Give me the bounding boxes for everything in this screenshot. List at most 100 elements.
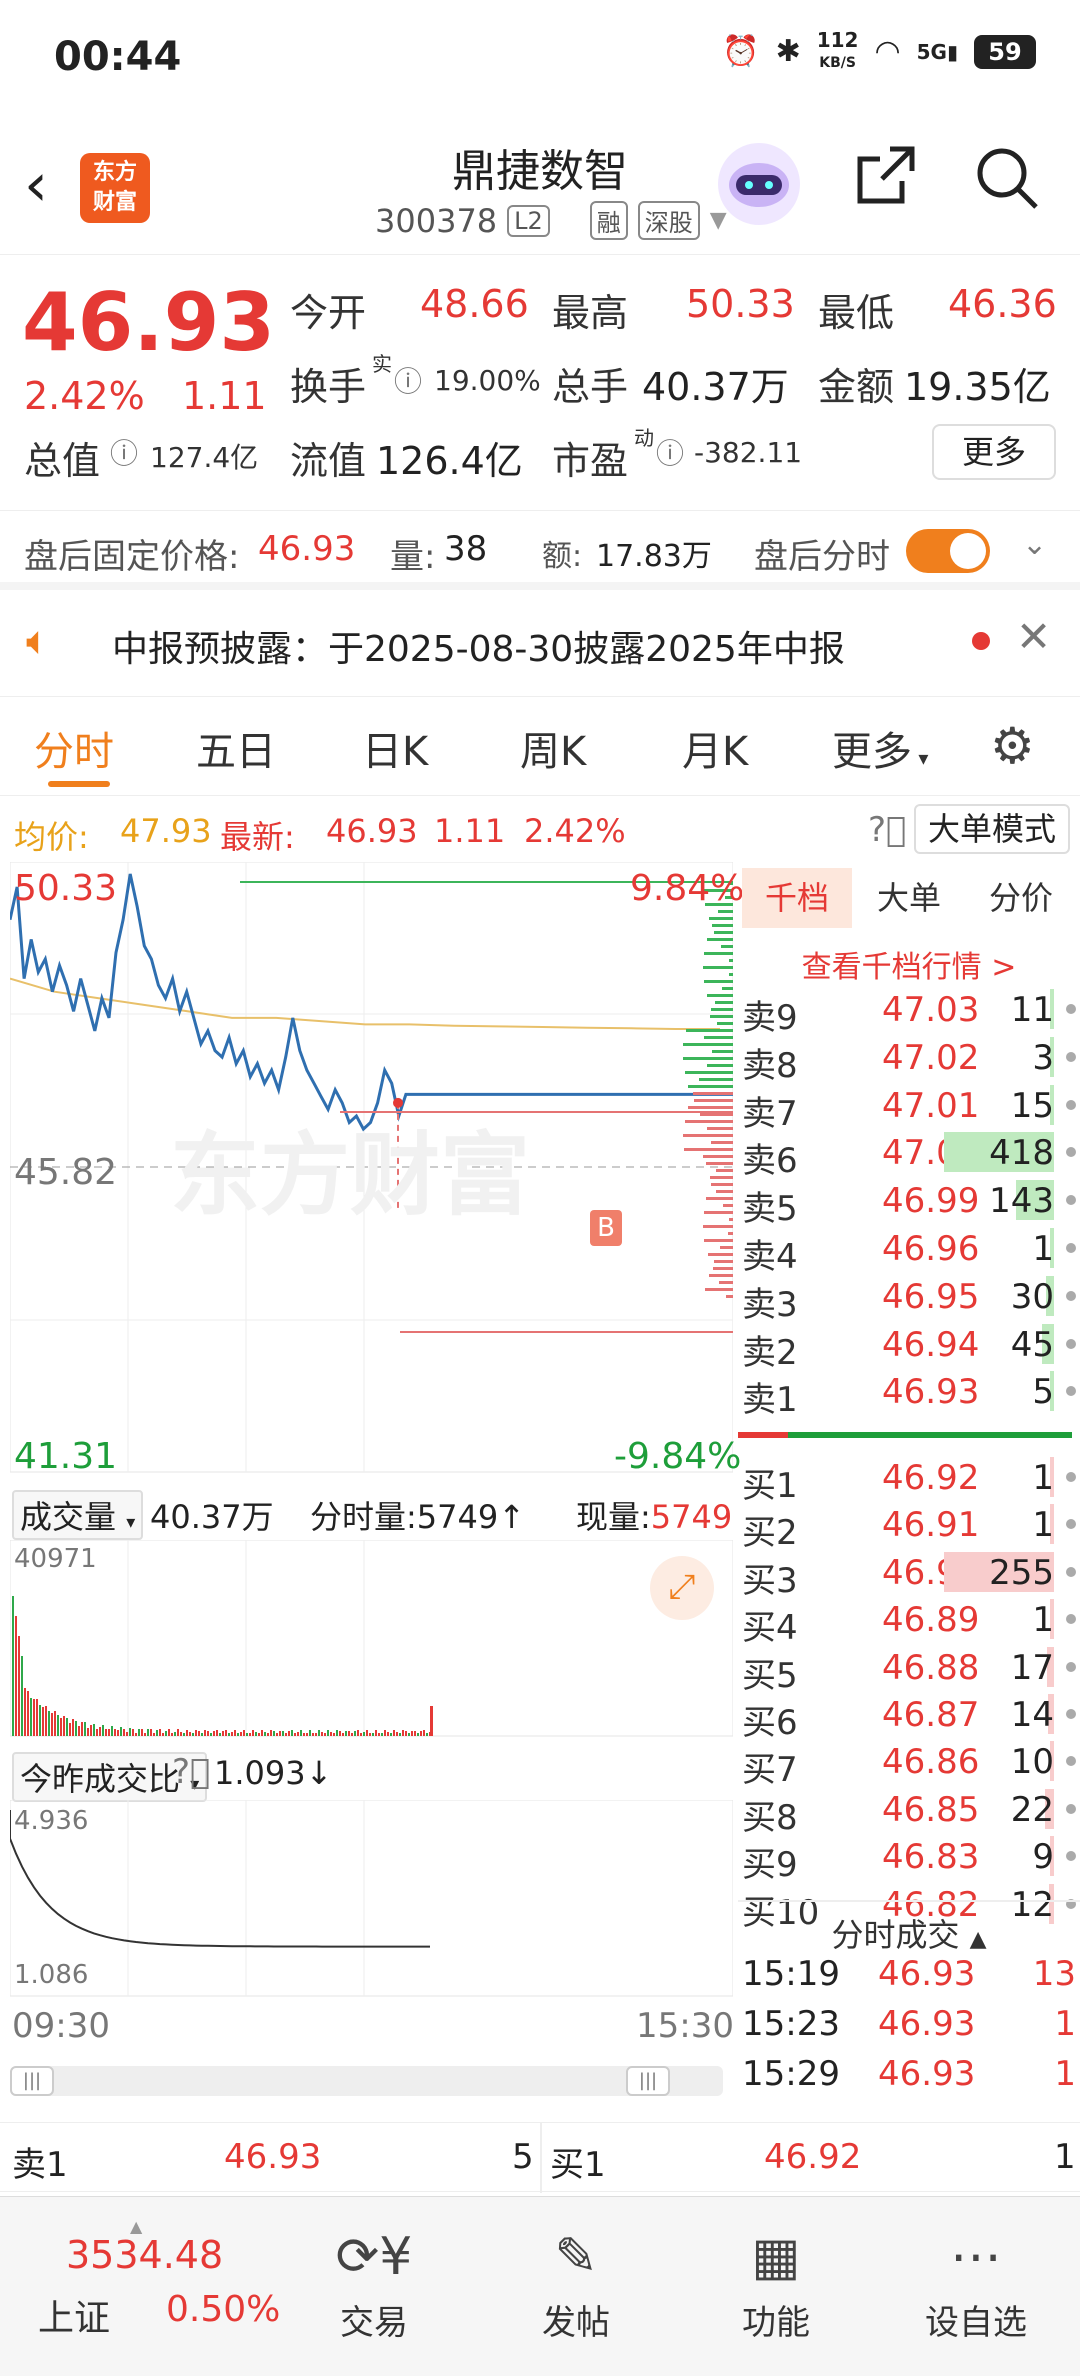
best-bid-price: 46.92 (764, 2137, 862, 2177)
volume-bar (423, 1730, 425, 1736)
volume-bar (282, 1731, 284, 1736)
ratio-chart-svg (9, 1799, 734, 1997)
volume-bar (342, 1733, 344, 1736)
bid-level-row[interactable]: 买2 46.91 1 (738, 1501, 1080, 1553)
volume-total: 40.37万 (150, 1498, 274, 1536)
chevron-down-icon[interactable]: ⌄ (1022, 527, 1047, 562)
ask-level-row[interactable]: 卖3 46.95 30 (738, 1273, 1080, 1325)
price-volume-bar (704, 1211, 733, 1214)
level-price: 47.03 (882, 990, 980, 1030)
ask-level-row[interactable]: 卖9 47.03 11 (738, 986, 1080, 1038)
tab-weekly-k[interactable]: 周K (520, 719, 586, 777)
volume-bar (12, 1596, 14, 1736)
tab-price-distribution[interactable]: 分价 (966, 868, 1076, 928)
price-volume-bar (710, 1176, 733, 1179)
expand-icon[interactable]: ⤢ (650, 1556, 714, 1620)
bid-level-row[interactable]: 买7 46.86 10 (738, 1738, 1080, 1790)
time-range-scroller[interactable]: ||| ||| (10, 2066, 723, 2096)
index-ticker[interactable]: ▲ 3534.48 上证 0.50% (18, 2217, 288, 2347)
volume-bar (315, 1733, 317, 1736)
high-label: 最高 (552, 291, 629, 335)
volume-indicator-select[interactable]: 成交量 ▾ (12, 1490, 144, 1540)
index-value: 3534.48 (66, 2233, 224, 2277)
volume-bar (66, 1718, 68, 1736)
volume-bar (426, 1733, 428, 1736)
info-icon[interactable]: ⓘ (656, 432, 684, 472)
tab-thousand-depth[interactable]: 千档 (742, 868, 852, 928)
view-depth-link[interactable]: 查看千档行情 > (738, 942, 1080, 986)
volume-bar (72, 1719, 74, 1736)
assistant-avatar[interactable] (718, 143, 800, 225)
notice-bar[interactable]: 🔈︎ 中报预披露：于2025-08-30披露2025年中报 ✕ (0, 598, 1080, 686)
help-icon[interactable]: ?⃝ (868, 810, 906, 850)
intraday-chart[interactable]: 50.33 9.84% 45.82 41.31 -9.84% 东方财富 B (10, 862, 744, 1482)
bid-level-row[interactable]: 买5 46.88 17 (738, 1644, 1080, 1696)
turnover-sup: 实 (372, 352, 392, 376)
nav-functions[interactable]: ▦ 功能 (696, 2225, 856, 2344)
ask-level-row[interactable]: 卖6 47.00 418 (738, 1129, 1080, 1181)
ask-level-row[interactable]: 卖4 46.96 1 (738, 1225, 1080, 1277)
bid-level-row[interactable]: 买3 46.90 255 (738, 1549, 1080, 1601)
bid-level-row[interactable]: 买8 46.85 22 (738, 1786, 1080, 1838)
after-vol-label: 量: (390, 537, 436, 577)
ask-level-row[interactable]: 卖1 46.93 5 (738, 1368, 1080, 1420)
nav-trade[interactable]: ⟳¥ 交易 (294, 2225, 454, 2344)
volume-chart[interactable]: 40971 ⤢ (9, 1539, 734, 1740)
price-volume-bar (726, 1295, 733, 1298)
after-vol: 38 (444, 529, 488, 569)
info-icon[interactable]: ⓘ (394, 360, 422, 400)
share-icon[interactable] (852, 143, 918, 224)
tab-five-day[interactable]: 五日 (196, 719, 276, 777)
search-icon[interactable] (972, 143, 1042, 228)
tab-more[interactable]: 更多 ▾ (832, 719, 928, 777)
volume-bar (351, 1733, 353, 1736)
tab-daily-k[interactable]: 日K (362, 719, 428, 777)
ask-level-row[interactable]: 卖8 47.02 3 (738, 1034, 1080, 1086)
volume-bar (411, 1731, 413, 1736)
big-order-mode-button[interactable]: 大单模式 (914, 804, 1070, 854)
volume-bar (237, 1733, 239, 1736)
volume-bar (60, 1718, 62, 1736)
nav-post[interactable]: ✎ 发帖 (496, 2225, 656, 2344)
tick-price: 46.93 (878, 2004, 976, 2044)
range-handle-left[interactable]: ||| (10, 2066, 54, 2096)
tab-big-orders[interactable]: 大单 (854, 868, 964, 928)
volume-bar (99, 1727, 101, 1736)
avg-price-line (10, 977, 720, 1030)
bid-level-row[interactable]: 买4 46.89 1 (738, 1596, 1080, 1648)
settings-gear-icon[interactable]: ⚙ (990, 717, 1035, 775)
active-tab-indicator (48, 781, 110, 787)
ratio-chart[interactable]: 4.936 1.086 (9, 1799, 734, 2000)
range-handle-right[interactable]: ||| (626, 2066, 670, 2096)
info-icon[interactable]: ⓘ (110, 432, 138, 472)
price-volume-bar (707, 938, 733, 941)
nav-add-watchlist[interactable]: ⋯ 设自选 (896, 2225, 1056, 2344)
tab-intraday[interactable]: 分时 (34, 719, 114, 777)
price-volume-bar (728, 1232, 733, 1235)
stock-code-line[interactable]: 300378 L2 融 深股 ▼ (375, 201, 727, 240)
bid-level-row[interactable]: 买1 46.92 1 (738, 1454, 1080, 1506)
price-volume-bar (708, 1253, 733, 1256)
buy-marker[interactable]: B (590, 1210, 622, 1246)
ask-level-row[interactable]: 卖2 46.94 45 (738, 1321, 1080, 1373)
volume-bar (321, 1732, 323, 1736)
level-label: 卖3 (742, 1284, 798, 1325)
level-label: 买1 (742, 1466, 798, 1506)
trade-yen-icon: ⟳¥ (335, 2227, 413, 2287)
tab-monthly-k[interactable]: 月K (682, 719, 748, 777)
level-dot (1066, 1338, 1076, 1349)
change-value: 1.11 (434, 812, 506, 850)
percent-value: 2.42% (524, 812, 626, 850)
after-hours-toggle[interactable] (906, 529, 990, 573)
volume-bar (324, 1733, 326, 1736)
bid-level-row[interactable]: 买6 46.87 14 (738, 1691, 1080, 1743)
bid-level-row[interactable]: 买9 46.83 9 (738, 1833, 1080, 1885)
help-icon[interactable]: ?⃝ (172, 1752, 210, 1792)
close-icon[interactable]: ✕ (1016, 612, 1051, 661)
ask-level-row[interactable]: 卖5 46.99 143 (738, 1177, 1080, 1229)
ask-level-row[interactable]: 卖7 47.01 15 (738, 1082, 1080, 1134)
more-button[interactable]: 更多 (932, 424, 1056, 480)
book-divider (738, 1432, 1072, 1438)
price-volume-bar (715, 1001, 733, 1004)
volume-bar (378, 1733, 380, 1736)
